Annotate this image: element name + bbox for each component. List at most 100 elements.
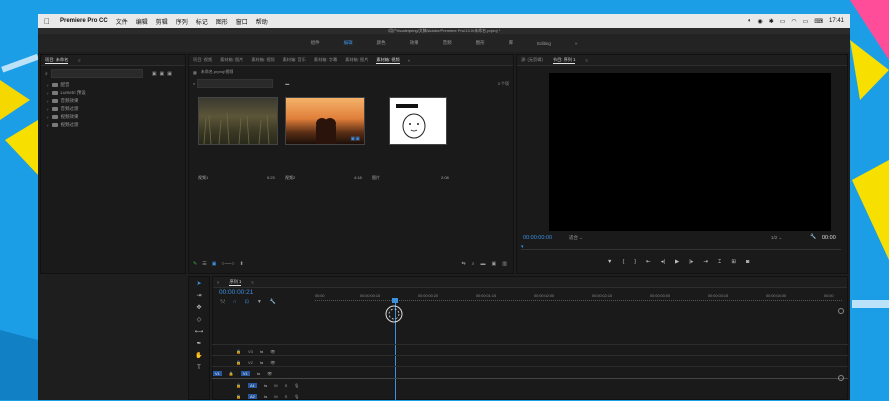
automate-icon[interactable]: ⇆	[462, 261, 466, 267]
workspace-color[interactable]: 颜色	[377, 40, 386, 46]
wifi-icon[interactable]: ◠	[791, 18, 796, 25]
timeline-scroll-handle[interactable]	[838, 375, 844, 381]
tree-item[interactable]: › 配音	[47, 81, 185, 89]
hand-tool-icon[interactable]: ✋	[194, 352, 204, 361]
app-menu[interactable]: Premiere Pro CC	[60, 18, 108, 24]
tab-sequence[interactable]: 序列 1	[229, 279, 242, 286]
razor-icon[interactable]: ◇	[194, 316, 204, 325]
tab-program[interactable]: 节目: 序列 1	[552, 57, 576, 64]
delete-icon[interactable]: ▣	[167, 71, 172, 77]
eye-icon[interactable]: 👁	[270, 360, 275, 365]
pen-tool-icon[interactable]: ✒	[194, 340, 204, 349]
search-input[interactable]	[50, 69, 143, 78]
tab-media-5[interactable]: 素材箱: 图片	[345, 57, 368, 63]
tab-source[interactable]: 源: (无剪辑)	[521, 57, 543, 63]
mark-out-icon[interactable]: }	[634, 259, 636, 266]
new-item-icon[interactable]: ▣	[492, 261, 497, 267]
track-name[interactable]: V1	[240, 370, 250, 376]
mic-icon[interactable]: 🎙	[294, 383, 299, 388]
tree-item[interactable]: › 音频过渡	[47, 105, 185, 113]
menu-clip[interactable]: 剪辑	[156, 17, 168, 26]
zoom-slider-icon[interactable]: ○──○	[221, 261, 234, 267]
sync-icon[interactable]: ⇆	[260, 360, 263, 365]
menu-window[interactable]: 窗口	[236, 17, 248, 26]
step-back-icon[interactable]: ◂|	[661, 259, 665, 266]
workspace-editing[interactable]: 编辑	[344, 40, 353, 46]
sync-icon[interactable]: ⇆	[260, 349, 263, 354]
export-frame-icon[interactable]: ◙	[746, 259, 749, 266]
menu-edit[interactable]: 编辑	[136, 17, 148, 26]
slip-tool-icon[interactable]: ⟷	[194, 328, 204, 337]
workspace-effects[interactable]: 效果	[410, 40, 419, 46]
menu-help[interactable]: 帮助	[256, 17, 268, 26]
workspace-assembly[interactable]: 组件	[311, 40, 320, 46]
clip-thumbnail[interactable]: ▣▣	[285, 97, 365, 145]
list-view-icon[interactable]: ☰	[202, 261, 206, 267]
lock-icon[interactable]: 🔒	[236, 383, 241, 388]
bin-search-input[interactable]	[197, 79, 274, 88]
sync-icon[interactable]: ⇆	[264, 394, 267, 399]
panel-menu-icon[interactable]: ≡	[251, 280, 253, 285]
lock-icon[interactable]: 🔒	[236, 360, 241, 365]
new-bin-icon[interactable]: ▬	[481, 261, 486, 267]
menu-file[interactable]: 文件	[116, 17, 128, 26]
battery-icon[interactable]: ▭	[803, 18, 809, 25]
tab-media-4[interactable]: 素材箱: 字幕	[314, 57, 337, 63]
playhead-marker[interactable]: ▾	[521, 244, 524, 250]
track-header-a1[interactable]: 🔒 A1 ⇆ M S 🎙	[213, 380, 299, 390]
timeline-settings-icon[interactable]: 🔧	[270, 299, 276, 305]
mute-icon[interactable]: M	[274, 394, 277, 399]
eye-icon[interactable]: 👁	[270, 349, 275, 354]
new-bin-icon[interactable]: ▣	[152, 71, 157, 77]
workspace-editing-en[interactable]: Editing	[537, 41, 551, 46]
extract-icon[interactable]: ⊞	[731, 259, 736, 266]
resolution-dropdown[interactable]: 1/2 ⌄	[771, 235, 782, 241]
tab-media-1[interactable]: 素材箱: 图片	[220, 57, 243, 63]
tab-project[interactable]: 项目: 未命名	[45, 57, 69, 64]
tree-item[interactable]: › Lumetri 预设	[47, 89, 185, 97]
workspace-libraries[interactable]: 库	[509, 40, 514, 46]
input-method-icon[interactable]: ⌨	[814, 18, 823, 25]
wrench-icon[interactable]: 🔧	[810, 234, 816, 240]
tab-media-0[interactable]: 项目: 视频	[193, 57, 212, 63]
tree-item[interactable]: › 音频效果	[47, 97, 185, 105]
tree-item[interactable]: › 视频效果	[47, 113, 185, 121]
selection-tool-icon[interactable]: ➤	[194, 280, 204, 289]
fit-dropdown[interactable]: 适合 ⌄	[569, 235, 583, 241]
track-name[interactable]: A2	[247, 393, 257, 399]
status-icon[interactable]: ◐	[748, 18, 752, 24]
add-marker-icon[interactable]: ▼	[257, 299, 262, 305]
nest-icon[interactable]: ⤲	[221, 299, 225, 305]
menu-marker[interactable]: 标记	[196, 17, 208, 26]
type-tool-icon[interactable]: T	[194, 364, 204, 373]
linked-selection-icon[interactable]: ⊡	[245, 299, 249, 305]
clip-thumbnail[interactable]	[198, 97, 278, 145]
track-name[interactable]: A1	[247, 382, 257, 388]
go-to-in-icon[interactable]: ⇤	[646, 259, 651, 266]
timeline-timecode[interactable]: 00:00:00:21	[219, 289, 253, 296]
timeline-scroll-handle[interactable]	[838, 308, 844, 314]
sync-icon[interactable]: ⇆	[264, 383, 267, 388]
lock-icon[interactable]: ✎	[193, 261, 197, 267]
track-header-v3[interactable]: 🔒 V3 ⇆ 👁	[213, 346, 275, 356]
track-select-icon[interactable]: ⇥	[194, 292, 204, 301]
mark-in-icon[interactable]: {	[622, 259, 624, 266]
track-header-v1[interactable]: V1 🔒 V1 ⇆ 👁	[213, 368, 272, 378]
sync-icon[interactable]: ⇆	[257, 371, 260, 376]
wechat-icon[interactable]: ◉	[757, 18, 762, 25]
apple-icon[interactable]: 	[44, 17, 52, 26]
source-patch-v[interactable]: V1	[213, 370, 222, 376]
folder-icon[interactable]: ▬	[285, 81, 289, 86]
program-timecode[interactable]: 00:00:00:00	[523, 235, 552, 241]
tab-media-6[interactable]: 素材箱: 视频	[376, 57, 400, 64]
ripple-edit-icon[interactable]: ✥	[194, 304, 204, 313]
tree-item[interactable]: › 视频过渡	[47, 121, 185, 129]
new-item-icon[interactable]: ▣	[160, 71, 165, 77]
play-icon[interactable]: ▶	[675, 259, 679, 266]
sort-icon[interactable]: ⬍	[240, 261, 244, 267]
mic-icon[interactable]: 🎙	[294, 394, 299, 399]
tab-overflow-icon[interactable]: »	[408, 58, 410, 63]
menu-sequence[interactable]: 序列	[176, 17, 188, 26]
cast-icon[interactable]: ▭	[780, 18, 786, 25]
solo-icon[interactable]: S	[285, 383, 288, 388]
